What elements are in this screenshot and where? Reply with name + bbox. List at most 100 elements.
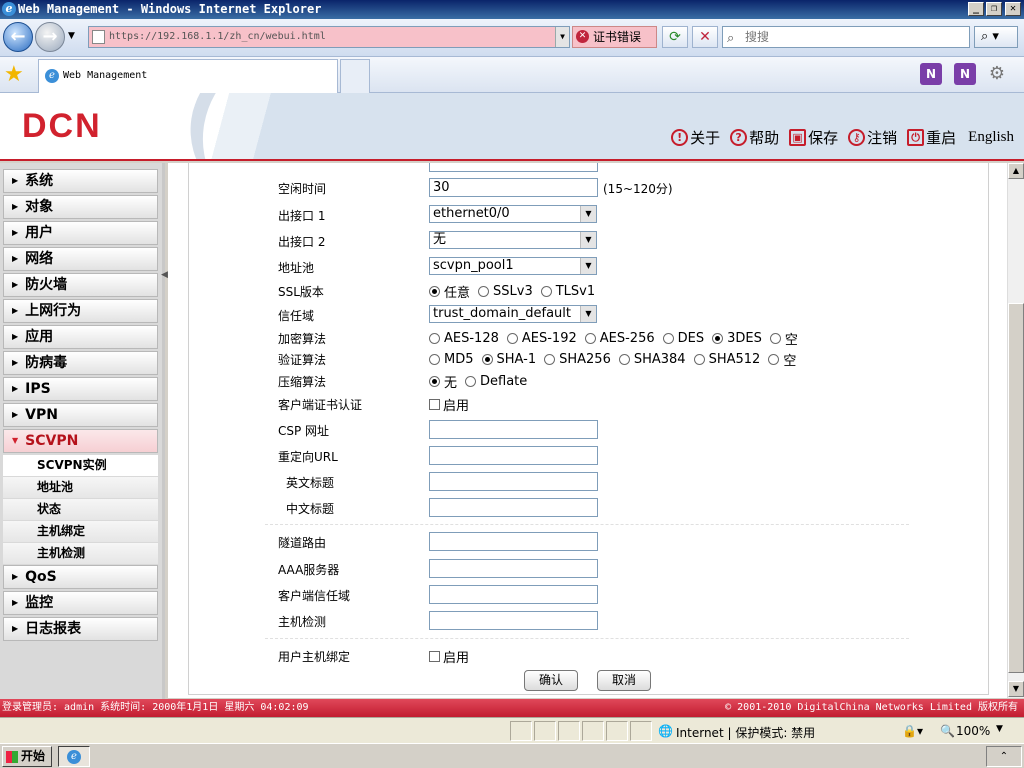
system-tray[interactable]: ⌃: [986, 746, 1022, 767]
radio[interactable]: [662, 333, 674, 344]
ssl-option-any[interactable]: 任意: [429, 282, 470, 301]
idle-time-input[interactable]: 30: [429, 178, 598, 197]
radio-selected[interactable]: [712, 333, 724, 344]
about-link[interactable]: ! 关于: [671, 127, 720, 148]
sidebar-collapse-handle[interactable]: ◀: [161, 270, 168, 300]
radio[interactable]: [693, 354, 705, 365]
ok-button[interactable]: 确认: [524, 670, 578, 691]
tray-chevron-icon[interactable]: ⌃: [1000, 751, 1008, 762]
sidebar-item-firewall[interactable]: ▶ 防火墙: [3, 273, 158, 297]
out-if1-select[interactable]: ethernet0/0 ▼: [429, 205, 597, 223]
sidebar-item-network[interactable]: ▶ 网络: [3, 247, 158, 271]
radio-selected[interactable]: [429, 286, 440, 297]
sidebar-subitem-host-check[interactable]: 主机检测: [3, 543, 158, 564]
enc-option-3des[interactable]: 3DES: [712, 329, 762, 348]
sidebar-item-scvpn[interactable]: ▼ SCVPN: [3, 429, 158, 453]
scroll-up-icon[interactable]: ▲: [1008, 163, 1024, 179]
stop-button[interactable]: ✕: [692, 26, 718, 48]
radio[interactable]: [429, 354, 440, 365]
ssl-option-tlsv1[interactable]: TLSv1: [540, 282, 595, 301]
tunnel-route-input[interactable]: [429, 532, 598, 551]
cancel-button[interactable]: 取消: [597, 670, 651, 691]
enc-option-none[interactable]: 空: [769, 329, 798, 348]
cn-title-input[interactable]: [429, 498, 598, 517]
address-dropdown-icon[interactable]: ▼: [555, 27, 569, 47]
radio[interactable]: [768, 354, 780, 365]
sidebar-item-application[interactable]: ▶ 应用: [3, 325, 158, 349]
radio[interactable]: [478, 286, 490, 297]
scroll-thumb[interactable]: [1008, 303, 1024, 673]
sidebar-item-system[interactable]: ▶ 系统: [3, 169, 158, 193]
logout-link[interactable]: ⚷ 注销: [848, 127, 897, 148]
sidebar-item-monitor[interactable]: ▶ 监控: [3, 591, 158, 615]
enc-option-des[interactable]: DES: [662, 329, 704, 348]
security-zone[interactable]: Internet | 保护模式: 禁用: [676, 724, 815, 741]
client-trust-input[interactable]: [429, 585, 598, 604]
auth-option-sha384[interactable]: SHA384: [618, 350, 686, 369]
tools-gear-icon[interactable]: ⚙: [986, 63, 1008, 85]
checkbox[interactable]: [429, 651, 440, 662]
refresh-button[interactable]: ⟳: [662, 26, 688, 48]
search-go-button[interactable]: ⌕ ▾: [974, 26, 1018, 48]
sidebar-item-qos[interactable]: ▶ QoS: [3, 565, 158, 589]
zoom-dropdown-icon[interactable]: ▼: [996, 724, 1003, 734]
minimize-button[interactable]: _: [968, 2, 984, 16]
auth-option-sha256[interactable]: SHA256: [544, 350, 611, 369]
sidebar-subitem-status[interactable]: 状态: [3, 499, 158, 520]
radio[interactable]: [544, 354, 556, 365]
csp-url-input[interactable]: [429, 420, 598, 439]
lock-settings-icon[interactable]: 🔒▾: [902, 724, 923, 738]
sidebar-item-log-report[interactable]: ▶ 日志报表: [3, 617, 158, 641]
radio[interactable]: [429, 333, 440, 344]
onenote-icon[interactable]: N: [920, 63, 942, 85]
reboot-link[interactable]: ⏻ 重启: [907, 127, 956, 148]
sidebar-subitem-host-binding[interactable]: 主机绑定: [3, 521, 158, 542]
radio-selected[interactable]: [429, 376, 440, 387]
redirect-url-input[interactable]: [429, 446, 598, 465]
radio[interactable]: [618, 354, 630, 365]
new-tab-button[interactable]: [340, 59, 370, 93]
compress-option-deflate[interactable]: Deflate: [465, 372, 527, 391]
host-check-input[interactable]: [429, 611, 598, 630]
auth-option-sha512[interactable]: SHA512: [693, 350, 760, 369]
clipped-input[interactable]: [429, 163, 598, 172]
client-cert-enable[interactable]: 启用: [429, 395, 469, 414]
vertical-scrollbar[interactable]: ▲ ▼: [1007, 163, 1024, 698]
sidebar-item-ips[interactable]: ▶ IPS: [3, 377, 158, 401]
onenote-send-icon[interactable]: N: [954, 63, 976, 85]
taskbar-ie-button[interactable]: e: [58, 746, 90, 767]
sidebar-item-vpn[interactable]: ▶ VPN: [3, 403, 158, 427]
auth-option-sha1[interactable]: SHA-1: [481, 350, 536, 369]
radio[interactable]: [769, 333, 781, 344]
back-button[interactable]: ←: [3, 22, 33, 52]
radio-selected[interactable]: [481, 354, 493, 365]
radio[interactable]: [506, 333, 518, 344]
sidebar-item-object[interactable]: ▶ 对象: [3, 195, 158, 219]
sidebar-item-user[interactable]: ▶ 用户: [3, 221, 158, 245]
address-bar[interactable]: https://192.168.1.1/zh_cn/webui.html ▼: [88, 26, 570, 48]
close-window-button[interactable]: ✕: [1005, 2, 1021, 16]
user-host-bind-enable[interactable]: 启用: [429, 647, 469, 666]
auth-option-none[interactable]: 空: [768, 350, 796, 369]
radio[interactable]: [584, 333, 596, 344]
english-link[interactable]: English: [968, 127, 1014, 148]
aaa-input[interactable]: [429, 559, 598, 578]
history-dropdown-icon[interactable]: ▼: [68, 31, 75, 41]
radio[interactable]: [465, 376, 477, 387]
search-box[interactable]: ⌕ 搜搜: [722, 26, 970, 48]
maximize-button[interactable]: ❐: [986, 2, 1002, 16]
sidebar-item-antivirus[interactable]: ▶ 防病毒: [3, 351, 158, 375]
zoom-level[interactable]: 100%: [956, 724, 990, 738]
enc-option-aes256[interactable]: AES-256: [584, 329, 655, 348]
trust-domain-select[interactable]: trust_domain_default ▼: [429, 305, 597, 323]
pool-select[interactable]: scvpn_pool1 ▼: [429, 257, 597, 275]
checkbox[interactable]: [429, 399, 440, 410]
out-if2-select[interactable]: 无 ▼: [429, 231, 597, 249]
radio[interactable]: [540, 286, 552, 297]
enc-option-aes192[interactable]: AES-192: [506, 329, 577, 348]
forward-button[interactable]: →: [35, 22, 65, 52]
help-link[interactable]: ? 帮助: [730, 127, 779, 148]
auth-option-md5[interactable]: MD5: [429, 350, 474, 369]
favorites-star-icon[interactable]: ★: [4, 63, 24, 87]
certificate-error-button[interactable]: ✕ 证书错误: [572, 26, 657, 48]
